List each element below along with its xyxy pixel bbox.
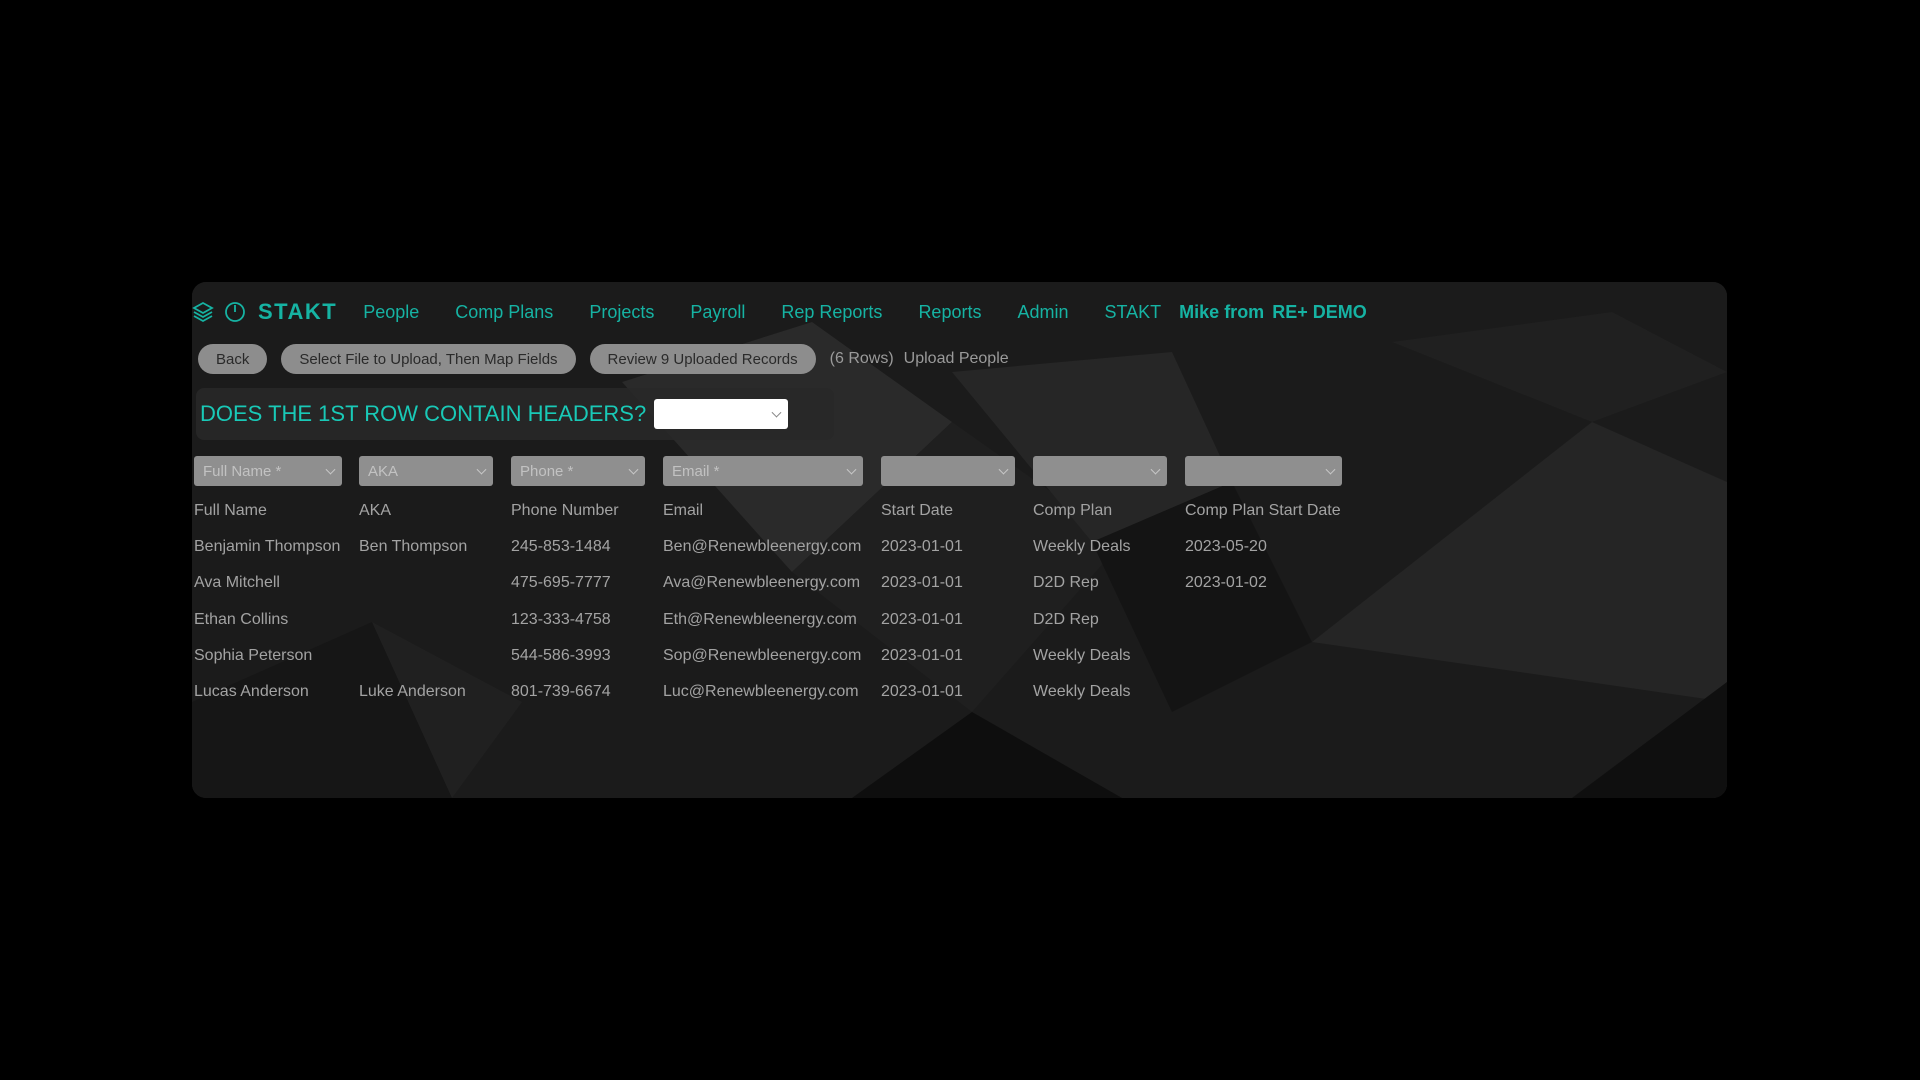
- current-user[interactable]: Mike from RE+ DEMO: [1179, 302, 1375, 323]
- table-cell: 544-586-3993: [511, 647, 611, 664]
- chevron-down-icon: [325, 464, 336, 475]
- table-cell: 2023-01-01: [881, 574, 963, 591]
- table-cell: Weekly Deals: [1033, 538, 1131, 555]
- headers-question-box: DOES THE 1ST ROW CONTAIN HEADERS?: [196, 388, 834, 440]
- nav-item-payroll[interactable]: Payroll: [690, 302, 745, 323]
- table-cell: 801-739-6674: [511, 683, 611, 700]
- select-file-button[interactable]: Select File to Upload, Then Map Fields: [281, 344, 576, 374]
- table-header-cell: Full Name: [194, 502, 267, 519]
- chevron-down-icon: [476, 464, 487, 475]
- headers-select[interactable]: [654, 399, 789, 429]
- brand-logo-text[interactable]: STAKT: [258, 299, 337, 325]
- table-cell: 2023-01-01: [881, 683, 963, 700]
- table-header-cell: Comp Plan: [1033, 502, 1113, 519]
- map-select-full-name[interactable]: Full Name *: [194, 456, 342, 486]
- table-cell: 2023-01-01: [881, 611, 963, 628]
- chevron-down-icon: [1150, 464, 1161, 475]
- table-cell: Sophia Peterson: [194, 647, 313, 664]
- table-cell: 2023-05-20: [1185, 538, 1267, 555]
- headers-question-label: DOES THE 1ST ROW CONTAIN HEADERS?: [200, 401, 647, 426]
- table-cell: 123-333-4758: [511, 611, 611, 628]
- table-cell: D2D Rep: [1033, 574, 1099, 591]
- table-header-cell: AKA: [359, 502, 392, 519]
- map-select-value: Email *: [672, 462, 720, 480]
- table-cell: Benjamin Thompson: [194, 538, 341, 555]
- table-cell: Luke Anderson: [359, 683, 466, 700]
- map-select-value: AKA: [368, 462, 399, 480]
- table-cell: Sop@Renewbleenergy.com: [663, 647, 862, 664]
- table-cell: Ben Thompson: [359, 538, 468, 555]
- chevron-down-icon: [771, 407, 782, 418]
- table-cell: Ben@Renewbleenergy.com: [663, 538, 862, 555]
- table-cell: 2023-01-01: [881, 647, 963, 664]
- table-header-cell: Start Date: [881, 502, 954, 519]
- map-select-phone[interactable]: Phone *: [511, 456, 645, 486]
- table-cell: Weekly Deals: [1033, 647, 1131, 664]
- map-select-aka[interactable]: AKA: [359, 456, 493, 486]
- table-header-cell: Phone Number: [511, 502, 619, 519]
- back-button[interactable]: Back: [198, 344, 268, 374]
- upload-people-panel: STAKT People Comp Plans Projects Payroll…: [192, 282, 1727, 798]
- review-records-button[interactable]: Review 9 Uploaded Records: [589, 344, 816, 374]
- table-cell: D2D Rep: [1033, 611, 1099, 628]
- table-header-cell: Email: [663, 502, 704, 519]
- table-cell: 2023-01-01: [881, 538, 963, 555]
- nav-item-rep-reports[interactable]: Rep Reports: [781, 302, 882, 323]
- table-cell: Lucas Anderson: [194, 683, 309, 700]
- nav-item-reports[interactable]: Reports: [918, 302, 981, 323]
- nav-item-comp-plans[interactable]: Comp Plans: [455, 302, 553, 323]
- stack-layers-icon: [192, 301, 214, 323]
- map-select-comp-plan-start[interactable]: [1185, 456, 1342, 486]
- chevron-down-icon: [998, 464, 1009, 475]
- table-cell: 475-695-7777: [511, 574, 611, 591]
- nav-item-projects[interactable]: Projects: [589, 302, 654, 323]
- map-select-value: Full Name *: [203, 462, 282, 480]
- table-cell: Ethan Collins: [194, 611, 289, 628]
- map-select-email[interactable]: Email *: [663, 456, 863, 486]
- map-select-value: Phone *: [520, 462, 574, 480]
- table-cell: Ava@Renewbleenergy.com: [663, 574, 861, 591]
- upload-people-link[interactable]: Upload People: [904, 350, 1009, 368]
- power-icon[interactable]: [224, 301, 246, 323]
- table-cell: Ava Mitchell: [194, 574, 280, 591]
- nav-item-people[interactable]: People: [363, 302, 419, 323]
- nav-item-admin[interactable]: Admin: [1017, 302, 1068, 323]
- map-select-comp-plan[interactable]: [1033, 456, 1167, 486]
- row-count-text: (6 Rows): [829, 350, 894, 367]
- table-cell: Weekly Deals: [1033, 683, 1131, 700]
- user-name: Mike from: [1179, 301, 1265, 322]
- chevron-down-icon: [628, 464, 639, 475]
- table-cell: 245-853-1484: [511, 538, 611, 555]
- table-cell: 2023-01-02: [1185, 574, 1267, 591]
- user-org: RE+ DEMO: [1272, 301, 1367, 322]
- nav-item-stakt[interactable]: STAKT: [1105, 302, 1162, 323]
- map-select-start-date[interactable]: [881, 456, 1015, 486]
- table-cell: Eth@Renewbleenergy.com: [663, 611, 857, 628]
- chevron-down-icon: [846, 464, 857, 475]
- table-cell: Luc@Renewbleenergy.com: [663, 683, 859, 700]
- table-header-cell: Comp Plan Start Date: [1185, 502, 1341, 519]
- upload-toolbar: Back Select File to Upload, Then Map Fie…: [198, 344, 1019, 374]
- top-nav: STAKT People Comp Plans Projects Payroll…: [192, 294, 1375, 330]
- chevron-down-icon: [1325, 464, 1336, 475]
